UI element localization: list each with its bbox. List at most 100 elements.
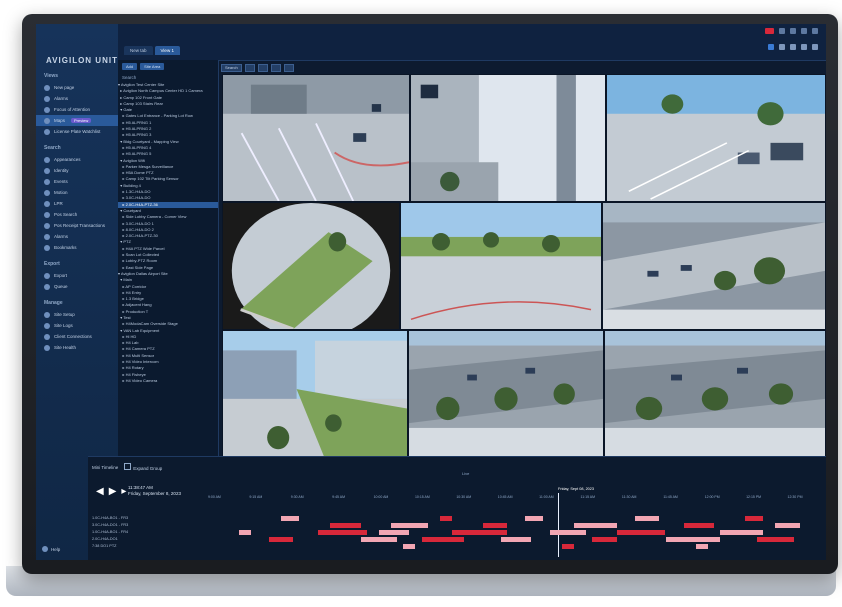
minimize-icon[interactable] <box>790 28 796 34</box>
lpr-icon <box>44 200 50 207</box>
tree-search-label: Search <box>122 75 137 80</box>
nav-item[interactable]: Site Logs <box>36 320 118 331</box>
camera-building-entrance[interactable] <box>410 74 606 202</box>
video-feed-image <box>607 75 825 201</box>
timeline-header: Mini Timeline Expand Group <box>92 463 162 471</box>
video-feed-image <box>409 331 603 457</box>
tree-tools: Add Site Area <box>118 60 218 73</box>
nav-item[interactable]: Appearances <box>36 154 118 165</box>
video-feed-image <box>223 331 407 457</box>
timeline-tick-label: 12:15 PM <box>746 495 762 499</box>
timeline-tick-label: 10:30 AM <box>456 495 472 499</box>
tab-new[interactable]: New tab <box>124 46 153 55</box>
motion-segment <box>574 523 617 528</box>
timeline-tick-label: 11:45 AM <box>663 495 678 499</box>
nav-item[interactable]: Motion <box>36 187 118 198</box>
appearance-icon <box>44 156 50 163</box>
nav-item[interactable]: Client Connections <box>36 331 118 342</box>
settings-icon[interactable] <box>790 44 796 50</box>
nav-item[interactable]: LPR <box>36 198 118 209</box>
camera-campus-wide[interactable] <box>222 330 408 458</box>
layout-2-button[interactable] <box>257 64 268 72</box>
camera-street-right[interactable] <box>604 330 826 458</box>
play-icon[interactable]: ▶ <box>109 487 117 497</box>
nav-section-title: Manage <box>44 300 63 306</box>
record-indicator-icon <box>765 28 774 34</box>
timeline-tick-label: 9:00 AM <box>208 495 221 499</box>
view-icon <box>44 84 50 91</box>
timeline-camera-row-label[interactable]: 1.0C-H4A-BO1 - FR4 <box>92 529 128 536</box>
tree-add-button[interactable]: Add <box>122 63 138 70</box>
recording-segment <box>592 537 617 542</box>
timeline-datetime: 11:38:47 AM Friday, September 8, 2023 <box>128 485 181 497</box>
timeline-camera-row-label[interactable]: 1.0C-H4A-BO1 - FR3 <box>92 515 128 522</box>
recording-segment <box>439 516 452 521</box>
nav-item-label: New page <box>54 85 75 90</box>
step-forward-icon[interactable]: ▸ <box>121 487 126 497</box>
motion-segment <box>635 516 660 521</box>
nav-item[interactable]: License Plate Watchlist <box>36 126 118 137</box>
users-icon <box>44 322 50 329</box>
nav-item[interactable]: Identity <box>36 165 118 176</box>
motion-segment <box>775 523 800 528</box>
camera-fisheye-grass[interactable] <box>222 202 400 330</box>
bookmark-icon <box>44 244 50 251</box>
timeline-tick-label: 10:15 AM <box>414 495 430 499</box>
nav-item[interactable]: Events <box>36 176 118 187</box>
tree-site-area-button[interactable]: Site Area <box>140 63 165 70</box>
layout-3-button[interactable] <box>270 64 281 72</box>
help-button[interactable]: Help <box>42 546 60 552</box>
tab-view-1[interactable]: View 1 <box>154 46 180 55</box>
tab-strip: New tab View 1 <box>124 46 180 55</box>
fullscreen-icon[interactable] <box>801 44 807 50</box>
nav-item[interactable]: Alarms <box>36 93 118 104</box>
timeline-camera-row-label[interactable]: 7:38 DO1 PTZ <box>92 543 128 550</box>
alarm-search-icon <box>44 233 50 240</box>
timeline-tick-label: 12:00 PM <box>704 495 720 499</box>
connections-icon <box>44 333 50 340</box>
timeline-camera-row-label[interactable]: 2.0C-H4A-DO1 <box>92 536 128 543</box>
recording-segment <box>561 544 574 549</box>
recording-segment <box>269 537 294 542</box>
nav-item[interactable]: Bookmarks <box>36 242 118 253</box>
nav-item-label: Client Connections <box>54 334 92 339</box>
notification-icon[interactable] <box>779 28 785 34</box>
layout-icon[interactable] <box>768 44 774 50</box>
close-icon[interactable] <box>812 28 818 34</box>
expand-group-checkbox[interactable]: Expand Group <box>124 463 162 471</box>
user-icon[interactable] <box>812 44 818 50</box>
motion-segment <box>665 537 721 542</box>
focus-icon <box>44 106 50 113</box>
camera-road-trees[interactable] <box>602 202 826 330</box>
tree-item[interactable]: ▸ H4 Video Camera <box>118 378 218 384</box>
nav-item-label: License Plate Watchlist <box>54 129 101 134</box>
nav-item[interactable]: Site Health <box>36 342 118 353</box>
timeline-tracks[interactable] <box>208 515 818 555</box>
timeline-camera-row-label[interactable]: 3.0C-H4A-DO1 - FR3 <box>92 522 128 529</box>
layout-6-button[interactable] <box>283 64 294 72</box>
nav-item[interactable]: Pos Search <box>36 209 118 220</box>
video-feed-image <box>411 75 605 201</box>
maximize-icon[interactable] <box>801 28 807 34</box>
nav-item-label: Maps <box>54 118 66 123</box>
nav-item[interactable]: Focus of Attention <box>36 104 118 115</box>
site-tree: ▾ Avigilon Test Center Site ▸ Avigilon N… <box>118 82 218 384</box>
camera-plaza-trees[interactable] <box>400 202 602 330</box>
nav-item[interactable]: Pos Receipt Transactions <box>36 220 118 231</box>
search-icon[interactable] <box>779 44 785 50</box>
nav-item[interactable]: Queue <box>36 281 118 292</box>
step-back-icon[interactable]: ◀ <box>96 487 104 497</box>
view-search-button[interactable]: Search <box>221 64 242 72</box>
nav-item[interactable]: Alarms <box>36 231 118 242</box>
preview-badge: Preview <box>71 118 92 123</box>
layout-1-button[interactable] <box>244 64 255 72</box>
camera-street-left[interactable] <box>408 330 604 458</box>
nav-item[interactable]: New page <box>36 82 118 93</box>
nav-item[interactable]: Site Setup <box>36 309 118 320</box>
camera-parking-lot-top-left[interactable] <box>222 74 410 202</box>
motion-segment <box>281 516 300 521</box>
nav-item[interactable]: Export <box>36 270 118 281</box>
recording-segment <box>317 530 367 535</box>
camera-parking-corner[interactable] <box>606 74 826 202</box>
nav-item[interactable]: Maps Preview <box>36 115 118 126</box>
